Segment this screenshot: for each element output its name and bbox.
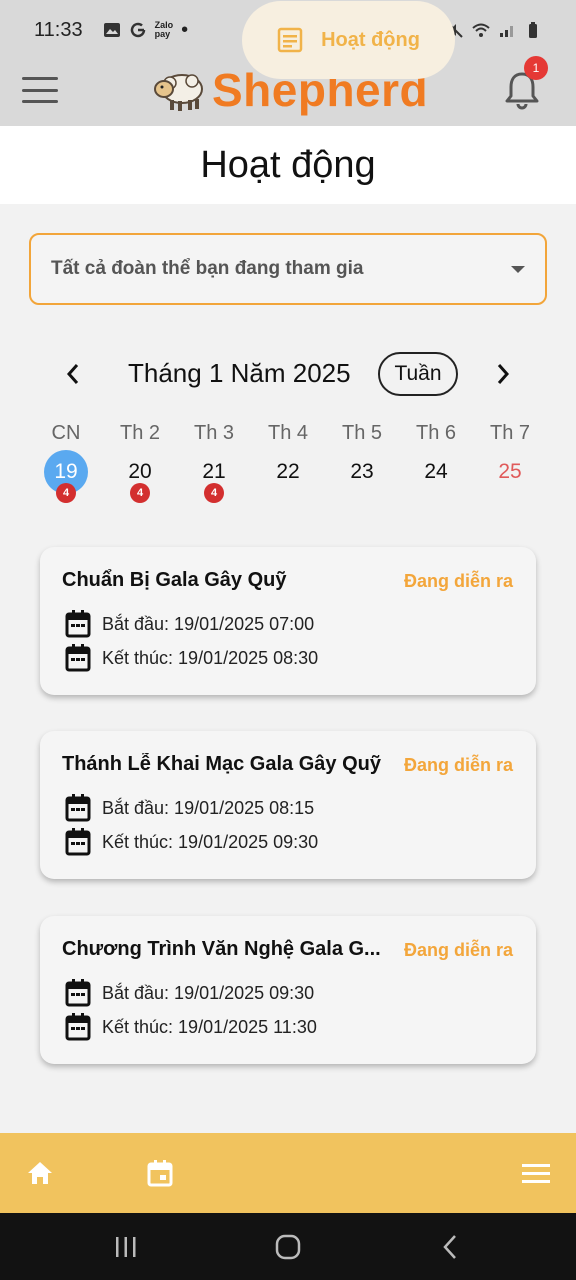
event-start-text: Bắt đầu: 19/01/2025 09:30	[102, 982, 315, 1003]
menu-line	[22, 88, 58, 92]
group-filter-value: Tất cả đoàn thể bạn đang tham gia	[51, 258, 364, 279]
calendar-icon	[65, 794, 91, 822]
zalopay-icon: Zalo pay	[154, 20, 174, 39]
calendar-icon	[65, 644, 91, 672]
event-count-badge: 4	[204, 483, 224, 503]
back-icon	[443, 1235, 456, 1259]
event-start-text: Bắt đầu: 19/01/2025 08:15	[102, 797, 315, 818]
home-circle-icon	[275, 1234, 301, 1260]
calendar-day[interactable]: 19 4	[29, 450, 103, 506]
day-number: 24	[424, 460, 448, 483]
calendar-day[interactable]: 20 4	[103, 450, 177, 506]
weekday-label: Th 6	[415, 422, 457, 444]
page-title: Hoạt động	[200, 143, 376, 186]
menu-icon	[522, 1164, 550, 1183]
calendar-day[interactable]: 23	[325, 450, 399, 506]
calendar-day[interactable]: 22	[251, 450, 325, 506]
chevron-right-icon	[497, 364, 510, 384]
dropdown-caret-icon	[511, 265, 525, 273]
month-label: Tháng 1 Năm 2025	[128, 358, 351, 388]
weekday-label: Th 2	[119, 422, 161, 444]
event-status: Đang diễn ra	[404, 940, 514, 960]
weekday-header-row: CN Th 2 Th 3 Th 4 Th 5 Th 6 Th 7	[29, 422, 547, 445]
event-end-row: Kết thúc: 19/01/2025 08:30	[64, 643, 318, 673]
weekday-label: Th 3	[193, 422, 235, 444]
activity-list-icon	[277, 27, 303, 53]
signal-icon	[500, 26, 513, 37]
event-title: Chương Trình Văn Nghệ Gala G...	[62, 938, 381, 960]
calendar-icon	[65, 610, 91, 638]
event-card[interactable]: Thánh Lễ Khai Mạc Gala Gây Quỹ Đang diễn…	[40, 731, 536, 879]
event-title: Chuẩn Bị Gala Gây Quỹ	[62, 569, 287, 591]
week-view-toggle[interactable]: Tuần	[378, 352, 458, 396]
calendar-icon	[147, 1160, 173, 1187]
event-card[interactable]: Chương Trình Văn Nghệ Gala G... Đang diễ…	[40, 916, 536, 1064]
next-month-button[interactable]	[488, 356, 518, 392]
nav-home-button[interactable]	[20, 1133, 60, 1213]
calendar-icon	[65, 828, 91, 856]
event-end-text: Kết thúc: 19/01/2025 09:30	[102, 831, 319, 852]
calendar-icon	[65, 1013, 91, 1041]
gallery-icon	[103, 23, 120, 37]
recent-apps-icon	[116, 1237, 136, 1257]
weekday-label: Th 5	[341, 422, 383, 444]
menu-line	[22, 100, 58, 103]
week-days-row: 19 4 20 4 21 4 22 23 24 25	[29, 450, 547, 506]
weekday-label: Th 4	[267, 422, 309, 444]
title-area: Hoạt động	[0, 126, 576, 204]
hamburger-menu-button[interactable]	[22, 75, 58, 105]
nav-calendar-button[interactable]	[140, 1133, 180, 1213]
calendar-icon	[65, 979, 91, 1007]
event-end-text: Kết thúc: 19/01/2025 08:30	[102, 647, 319, 668]
calendar-day[interactable]: 25	[473, 450, 547, 506]
menu-line	[22, 77, 58, 80]
day-number: 22	[276, 460, 300, 483]
event-end-text: Kết thúc: 19/01/2025 11:30	[102, 1016, 317, 1037]
system-navigation-bar	[0, 1213, 576, 1280]
event-start-row: Bắt đầu: 19/01/2025 07:00	[64, 609, 314, 639]
notification-badge: 1	[524, 56, 548, 80]
weekday-label: Th 7	[489, 422, 531, 444]
event-start-text: Bắt đầu: 19/01/2025 07:00	[102, 613, 315, 634]
event-status: Đang diễn ra	[404, 755, 514, 775]
sheep-icon	[154, 74, 203, 111]
status-dot: •	[181, 18, 189, 41]
calendar-day[interactable]: 24	[399, 450, 473, 506]
day-number: 23	[350, 460, 374, 483]
status-time: 11:33	[34, 18, 83, 41]
home-system-button[interactable]	[268, 1231, 308, 1263]
calendar-day[interactable]: 21 4	[177, 450, 251, 506]
calendar-header: Tháng 1 Năm 2025 Tuần	[0, 348, 576, 400]
prev-month-button[interactable]	[58, 356, 88, 392]
event-start-row: Bắt đầu: 19/01/2025 08:15	[64, 793, 314, 823]
group-filter-dropdown[interactable]: Tất cả đoàn thể bạn đang tham gia	[29, 233, 547, 305]
google-icon	[130, 22, 145, 38]
battery-icon	[529, 22, 537, 38]
event-count-badge: 4	[56, 483, 76, 503]
event-end-row: Kết thúc: 19/01/2025 11:30	[64, 1012, 317, 1042]
nav-more-menu-button[interactable]	[516, 1133, 556, 1213]
day-number: 25	[498, 460, 522, 483]
event-start-row: Bắt đầu: 19/01/2025 09:30	[64, 978, 314, 1008]
event-end-row: Kết thúc: 19/01/2025 09:30	[64, 827, 318, 857]
event-count-badge: 4	[130, 483, 150, 503]
weekday-label: CN	[51, 422, 81, 444]
nav-activities-button[interactable]: Hoạt động	[242, 1, 455, 79]
back-system-button[interactable]	[430, 1231, 470, 1263]
event-card[interactable]: Chuẩn Bị Gala Gây Quỹ Đang diễn ra Bắt đ…	[40, 547, 536, 695]
home-icon	[28, 1162, 52, 1184]
event-title: Thánh Lễ Khai Mạc Gala Gây Quỹ	[62, 753, 381, 775]
bottom-navigation	[0, 1133, 576, 1213]
nav-activities-label: Hoạt động	[321, 28, 420, 51]
wifi-icon	[472, 23, 490, 37]
event-status: Đang diễn ra	[404, 571, 514, 591]
chevron-left-icon	[66, 364, 79, 384]
recent-apps-button[interactable]	[106, 1231, 146, 1263]
